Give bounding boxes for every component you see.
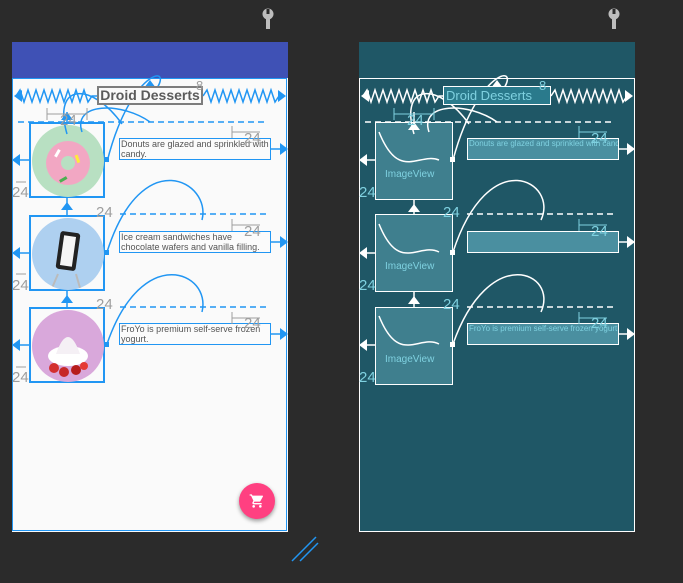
icecream-sandwich-image — [32, 218, 104, 290]
margin-label: 24 — [244, 130, 261, 147]
margin-label-small: 8 — [196, 78, 204, 93]
app-bar — [12, 42, 288, 78]
image-view-placeholder[interactable]: ImageView — [375, 214, 453, 292]
margin-label: 24 — [407, 112, 424, 129]
image-view-placeholder[interactable]: ImageView — [375, 122, 453, 200]
margin-label: 24 — [591, 315, 608, 332]
margin-label: 24 — [96, 204, 113, 221]
wrench-icon[interactable] — [259, 7, 277, 31]
shopping-cart-fab[interactable] — [239, 483, 275, 519]
resize-handle-icon[interactable] — [290, 535, 322, 565]
margin-label: 24 — [244, 315, 261, 332]
margin-label: 24 — [359, 369, 376, 386]
image-view-placeholder[interactable]: ImageView — [375, 307, 453, 385]
image-view-froyo[interactable] — [29, 307, 105, 383]
margin-label: 24 — [359, 184, 376, 201]
margin-label: 24 — [443, 204, 460, 221]
margin-label: 24 — [96, 296, 113, 313]
margin-label: 24 — [12, 277, 29, 294]
margin-label-small: 8 — [539, 78, 547, 93]
margin-label: 24 — [12, 184, 29, 201]
froyo-image — [32, 310, 104, 382]
app-title[interactable]: Droid Desserts — [97, 86, 203, 105]
margin-label: 24 — [244, 223, 261, 240]
image-view-icecream-sandwich[interactable] — [29, 215, 105, 291]
wrench-icon[interactable] — [605, 7, 623, 31]
image-view-donut[interactable] — [29, 122, 105, 198]
margin-label: 24 — [443, 296, 460, 313]
margin-label: 24 — [12, 369, 29, 386]
app-bar-blueprint — [359, 42, 635, 78]
image-view-label: ImageView — [385, 354, 435, 365]
margin-label: 24 — [359, 277, 376, 294]
shopping-cart-icon — [249, 494, 263, 508]
margin-label: 24 — [60, 112, 77, 129]
donut-image — [32, 125, 104, 197]
margin-label: 24 — [591, 130, 608, 147]
blueprint-preview[interactable]: ImageView ImageView ImageView Donuts are… — [359, 42, 635, 532]
image-view-label: ImageView — [385, 261, 435, 272]
margin-label: 24 — [591, 223, 608, 240]
image-view-label: ImageView — [385, 169, 435, 180]
app-title-blueprint[interactable]: Droid Desserts — [443, 86, 551, 105]
design-preview[interactable]: Donuts are glazed and sprinkled with can… — [12, 42, 288, 532]
